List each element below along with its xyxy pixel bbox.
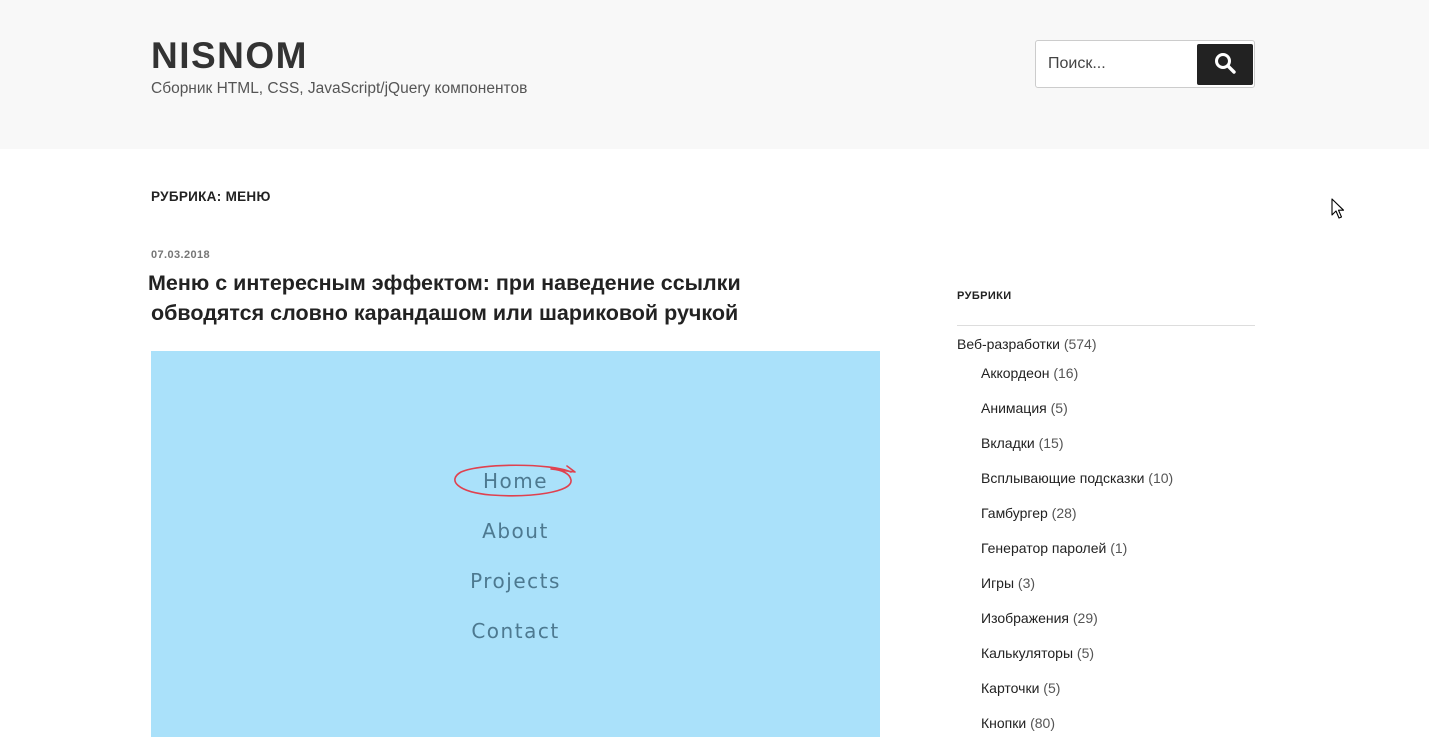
category-link[interactable]: Веб-разработки bbox=[957, 336, 1060, 352]
demo-menu-about[interactable]: About bbox=[151, 518, 880, 544]
category-link[interactable]: Генератор паролей bbox=[981, 540, 1106, 556]
post-title-line-1[interactable]: Меню с интересным эффектом: при наведени… bbox=[148, 271, 741, 295]
category-link[interactable]: Аккордеон bbox=[981, 365, 1049, 381]
category-item: Веб-разработки (574) bbox=[957, 335, 1097, 353]
post-title-line-2[interactable]: обводятся словно карандашом или шариково… bbox=[151, 301, 738, 325]
search-form bbox=[1035, 40, 1255, 88]
category-item: Всплывающие подсказки (10) bbox=[981, 469, 1173, 487]
category-count: (5) bbox=[1050, 400, 1068, 416]
category-count: (28) bbox=[1051, 505, 1077, 521]
post-title: Меню с интересным эффектом: при наведени… bbox=[148, 268, 848, 328]
category-link[interactable]: Анимация bbox=[981, 400, 1047, 416]
post-thumbnail[interactable]: Home About Projects Contact bbox=[151, 351, 880, 737]
search-button[interactable] bbox=[1197, 44, 1253, 85]
category-link[interactable]: Гамбургер bbox=[981, 505, 1048, 521]
category-link[interactable]: Калькуляторы bbox=[981, 645, 1073, 661]
category-link[interactable]: Вкладки bbox=[981, 435, 1035, 451]
category-link[interactable]: Изображения bbox=[981, 610, 1069, 626]
mouse-pointer-icon bbox=[1331, 198, 1345, 219]
widget-title: РУБРИКИ bbox=[957, 290, 1012, 302]
category-count: (5) bbox=[1076, 645, 1095, 661]
site-description: Сборник HTML, CSS, JavaScript/jQuery ком… bbox=[151, 80, 528, 97]
widget-divider bbox=[957, 325, 1255, 326]
category-item: Изображения (29) bbox=[981, 609, 1098, 627]
site-title[interactable]: NISNOM bbox=[151, 36, 308, 76]
category-count: (5) bbox=[1043, 680, 1061, 696]
category-count: (3) bbox=[1017, 575, 1036, 591]
category-count: (16) bbox=[1053, 365, 1079, 381]
search-input[interactable] bbox=[1037, 42, 1195, 86]
category-count: (10) bbox=[1148, 470, 1174, 486]
category-item: Кнопки (80) bbox=[981, 714, 1055, 732]
category-count: (80) bbox=[1030, 715, 1055, 731]
category-item: Игры (3) bbox=[981, 574, 1035, 592]
category-item: Аккордеон (16) bbox=[981, 364, 1078, 382]
search-icon bbox=[1214, 52, 1236, 77]
category-item: Карточки (5) bbox=[981, 679, 1060, 697]
category-link[interactable]: Игры bbox=[981, 575, 1014, 591]
category-item: Генератор паролей (1) bbox=[981, 539, 1127, 557]
category-item: Анимация (5) bbox=[981, 399, 1068, 417]
demo-menu-projects[interactable]: Projects bbox=[151, 568, 880, 594]
category-link[interactable]: Кнопки bbox=[981, 715, 1026, 731]
category-count: (15) bbox=[1038, 435, 1064, 451]
demo-menu-home[interactable]: Home bbox=[151, 468, 880, 494]
category-item: Калькуляторы (5) bbox=[981, 644, 1094, 662]
archive-title: РУБРИКА: МЕНЮ bbox=[151, 189, 271, 204]
site-header: NISNOM Сборник HTML, CSS, JavaScript/jQu… bbox=[0, 0, 1429, 149]
category-count: (1) bbox=[1110, 540, 1128, 556]
category-count: (29) bbox=[1072, 610, 1098, 626]
category-link[interactable]: Всплывающие подсказки bbox=[981, 470, 1144, 486]
category-item: Вкладки (15) bbox=[981, 434, 1064, 452]
category-item: Гамбургер (28) bbox=[981, 504, 1077, 522]
category-count: (574) bbox=[1063, 336, 1097, 352]
post-date[interactable]: 07.03.2018 bbox=[151, 249, 210, 261]
demo-menu-contact[interactable]: Contact bbox=[151, 618, 880, 644]
category-link[interactable]: Карточки bbox=[981, 680, 1039, 696]
